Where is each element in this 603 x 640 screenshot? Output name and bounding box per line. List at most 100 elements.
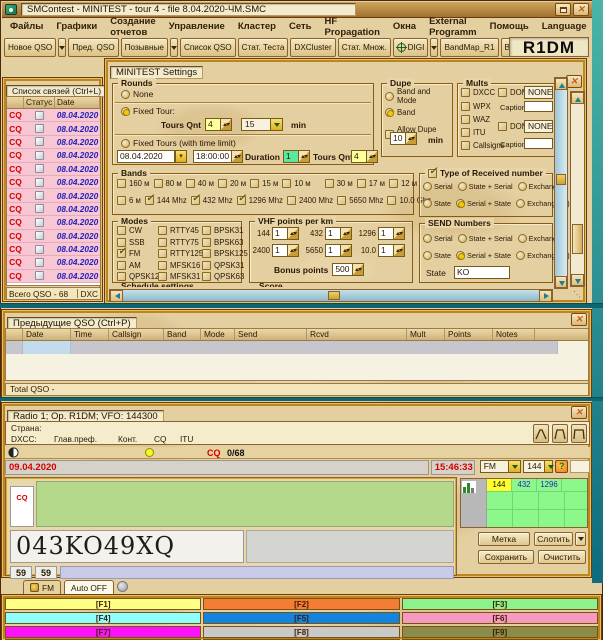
menu-item[interactable]: External Programm (429, 16, 477, 38)
qso-row[interactable]: CQ 08.04.2020 (7, 149, 100, 162)
qso-row[interactable]: CQ 08.04.2020 (7, 189, 100, 202)
start-time-spinner[interactable]: 18:00:00 (193, 150, 243, 163)
qso-row[interactable]: CQ 08.04.2020 (7, 163, 100, 176)
dxcluster-button[interactable]: DXCluster (290, 38, 335, 57)
qso-row[interactable]: CQ 08.04.2020 (7, 230, 100, 243)
mode-checkbox[interactable]: AM (117, 261, 164, 270)
scrollbar-thumb[interactable] (572, 224, 583, 254)
fkey-button[interactable]: [F8] (203, 626, 399, 638)
status-checkbox[interactable] (35, 137, 44, 146)
radio-none[interactable]: None (121, 89, 153, 99)
send-radio[interactable]: Serial (423, 234, 453, 243)
mode-checkbox[interactable]: CW (117, 226, 164, 235)
status-checkbox[interactable] (35, 218, 44, 227)
secondary-entry-field[interactable] (246, 530, 454, 563)
band-checkbox[interactable]: 1296 Mhz (237, 196, 283, 205)
mult-stat-button[interactable]: Стат. Множ. (338, 38, 391, 57)
selected-row-cells[interactable] (71, 341, 558, 354)
col-header[interactable]: Rcvd (307, 329, 407, 340)
send-radio[interactable]: Serial + State (456, 251, 511, 260)
menu-item[interactable]: Файлы (10, 21, 43, 32)
scrollbar-thumb[interactable] (556, 174, 566, 185)
mult-itu-checkbox[interactable]: ITU (461, 128, 486, 137)
chevron-down-icon[interactable] (544, 461, 552, 472)
radio-fixed-tours-limit[interactable]: Fixed Tours (with time limit) (121, 138, 236, 148)
filter-narrow-button[interactable] (533, 424, 549, 443)
band-grid-header[interactable]: 432 (512, 479, 537, 491)
received-radio[interactable]: State + Serial (458, 182, 513, 191)
band-checkbox[interactable]: 6 м (117, 196, 141, 205)
scroll-up-icon[interactable] (555, 78, 567, 90)
selected-date-cell[interactable] (23, 341, 71, 354)
mode-checkbox[interactable]: BPSK63 (202, 238, 248, 247)
spinner-icon[interactable] (340, 245, 351, 256)
spinner-icon[interactable] (231, 151, 242, 162)
caption1-input[interactable] (524, 101, 553, 112)
fkey-button[interactable]: [F1] (5, 598, 201, 610)
callsigns-button[interactable]: Позывные (121, 38, 168, 57)
qso-row[interactable]: CQ 08.04.2020 (7, 136, 100, 149)
status-checkbox[interactable] (35, 258, 44, 267)
qso-row[interactable]: CQ 08.04.2020 (7, 122, 100, 135)
test-stat-button[interactable]: Стат. Теста (238, 38, 289, 57)
fkey-button[interactable]: [F6] (402, 612, 598, 624)
message-entry-field[interactable] (36, 481, 454, 527)
status-checkbox[interactable] (35, 164, 44, 173)
send-radio[interactable]: State (423, 251, 451, 260)
scroll-up-icon[interactable] (571, 92, 584, 104)
scroll-down-icon[interactable] (555, 276, 567, 288)
digi-button[interactable]: DIGI (393, 38, 429, 57)
prev-qso-button[interactable]: Пред. QSO (68, 38, 118, 57)
fkey-button[interactable]: [F2] (203, 598, 399, 610)
interval-combo[interactable]: 15 (241, 118, 283, 131)
settings-close-button[interactable] (566, 75, 582, 88)
mult-dxcc-checkbox[interactable]: DXCC (461, 88, 495, 97)
qso-row[interactable]: CQ 08.04.2020 (7, 256, 100, 269)
spinner-icon[interactable] (340, 228, 351, 239)
status-checkbox[interactable] (35, 231, 44, 240)
close-button[interactable] (573, 3, 589, 16)
start-date-input[interactable]: 08.04.2020 (117, 150, 175, 163)
received-radio[interactable]: Serial + State (456, 199, 511, 208)
status-checkbox[interactable] (35, 245, 44, 254)
col-header[interactable]: Band (164, 329, 201, 340)
fkey-button[interactable]: [F5] (203, 612, 399, 624)
qso-row[interactable]: CQ 08.04.2020 (7, 109, 100, 122)
mult-waz-checkbox[interactable]: WAZ (461, 115, 490, 124)
mode-checkbox[interactable]: BPSK125 (202, 249, 248, 258)
scrollbar-thumb[interactable] (328, 291, 340, 300)
spinner-icon[interactable] (366, 151, 377, 162)
dupe-every-spinner[interactable]: 10 (390, 132, 417, 145)
help-button[interactable]: ? (555, 460, 568, 473)
menu-item[interactable]: HF Propagation (325, 16, 380, 38)
filter-wide-button[interactable] (571, 424, 587, 443)
band-checkbox[interactable]: 5650 Mhz (337, 196, 383, 205)
vhf-points-spinner[interactable]: 1 (272, 227, 299, 240)
scroll-down-icon[interactable] (571, 274, 584, 286)
dialog-scrollbar[interactable] (570, 91, 585, 287)
spinner-icon[interactable] (220, 119, 231, 130)
band-checkbox[interactable]: 2400 Mhz (287, 196, 333, 205)
col-header-blank[interactable] (6, 329, 23, 340)
col-header-blank[interactable] (7, 97, 24, 108)
col-header[interactable]: Date (23, 329, 71, 340)
mult-callsigns-checkbox[interactable]: Callsigns (461, 141, 505, 150)
spinner-icon[interactable] (352, 264, 363, 275)
clear-button[interactable]: Очистить (538, 550, 586, 564)
col-header-date[interactable]: Date (55, 97, 100, 108)
radio-close-button[interactable] (571, 406, 587, 419)
dupe-radio[interactable]: Band and Mode (385, 87, 452, 105)
vhf-points-spinner[interactable]: 1 (378, 244, 405, 257)
col-header[interactable]: Callsign (109, 329, 164, 340)
menu-item[interactable]: Помощь (490, 21, 529, 32)
status-checkbox[interactable] (35, 178, 44, 187)
tab-auto-off[interactable]: Auto OFF (64, 580, 114, 594)
col-header-status[interactable]: Статус (24, 97, 55, 108)
spinner-icon[interactable] (287, 245, 298, 256)
band-checkbox[interactable]: 20 м (218, 179, 246, 188)
filter-mid-button[interactable] (552, 424, 568, 443)
spinner-icon[interactable] (287, 228, 298, 239)
slot-button[interactable]: Слотить (534, 532, 573, 546)
mode-checkbox[interactable]: QPSK63 (202, 272, 248, 281)
previous-qso-selected-row[interactable] (6, 341, 588, 354)
